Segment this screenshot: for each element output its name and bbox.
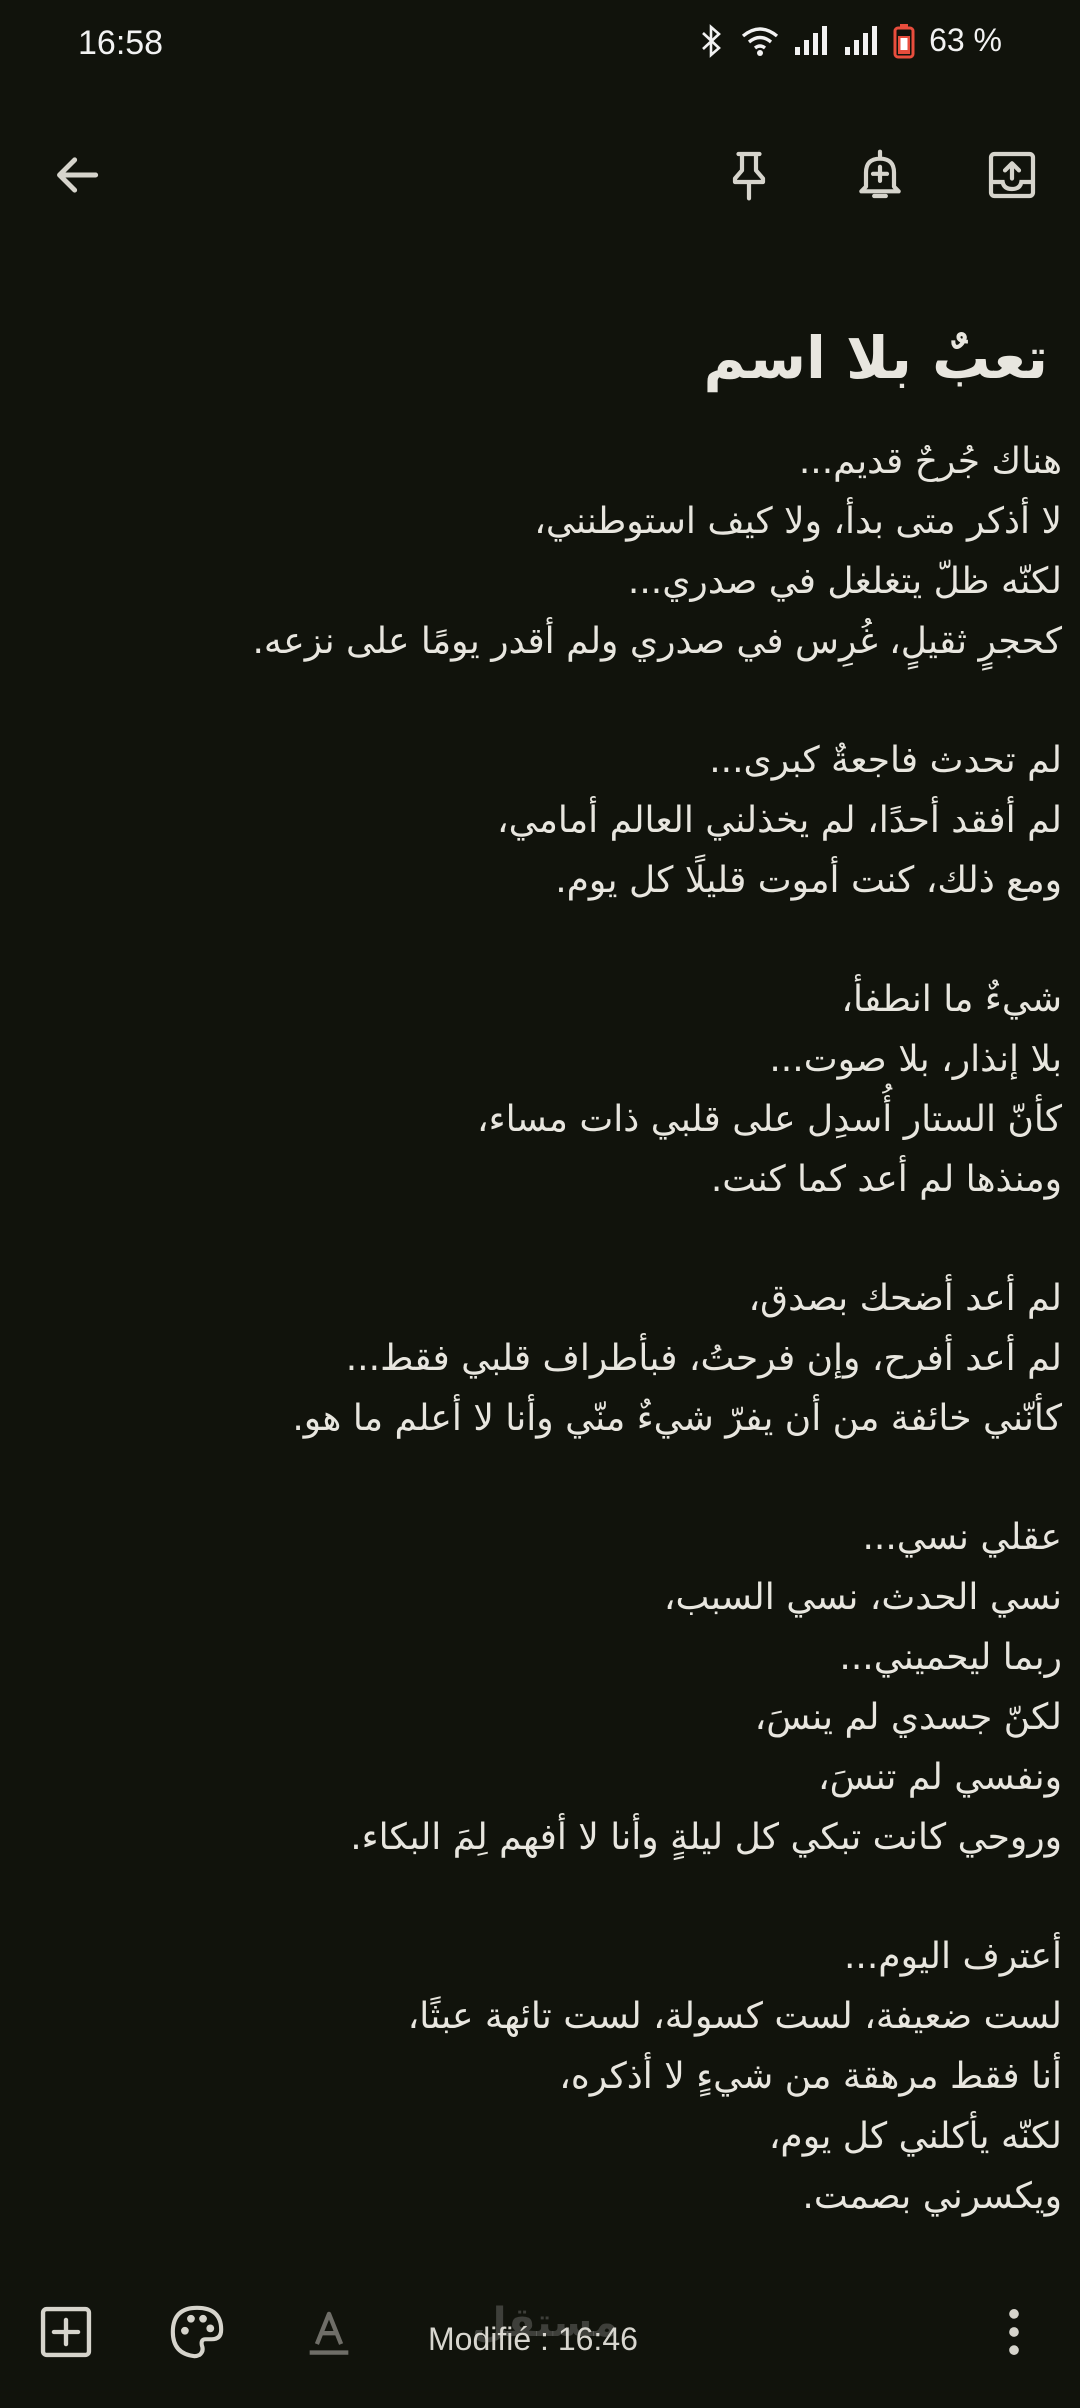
status-bar: 16:58 63 % xyxy=(0,0,1080,90)
note-line: عقلي نسي... xyxy=(862,1517,1062,1558)
back-button[interactable] xyxy=(42,140,112,210)
note-body[interactable]: هناك جُرحٌ قديم... لا أذكر متى بدأ، ولا ك… xyxy=(32,432,1062,2227)
note-line: لم أعد أفرح، وإن فرحتُ، فبأطراف قلبي فقط… xyxy=(345,1338,1062,1379)
add-content-button[interactable] xyxy=(34,2300,98,2364)
note-title[interactable]: تعبٌ بلا اسم xyxy=(48,318,1048,398)
note-line: بلا إنذار، بلا صوت... xyxy=(769,1039,1062,1080)
note-line: وروحي كانت تبكي كل ليلةٍ وأنا لا أفهم لِ… xyxy=(350,1817,1062,1858)
color-palette-button[interactable] xyxy=(165,2300,229,2364)
back-arrow-icon xyxy=(57,157,99,193)
stanza-gap xyxy=(32,1868,1062,1927)
more-options-button[interactable] xyxy=(982,2300,1046,2364)
pin-button[interactable] xyxy=(714,140,784,210)
bluetooth-icon xyxy=(697,23,727,58)
note-line: لم أفقد أحدًا، لم يخذلني العالم أمامي، xyxy=(497,800,1062,841)
note-line: ويكسرني بصمت. xyxy=(802,2176,1062,2217)
note-line: لا أذكر متى بدأ، ولا كيف استوطنني، xyxy=(534,501,1062,542)
add-box-icon xyxy=(40,2306,92,2358)
stanza-gap xyxy=(32,911,1062,970)
wifi-icon xyxy=(741,25,779,57)
status-time: 16:58 xyxy=(78,24,164,62)
battery-percent: 63 % xyxy=(929,22,1002,58)
note-line: لم تحدث فاجعةٌ كبرى... xyxy=(709,740,1062,781)
note-line: لكنّه يأكلني كل يوم، xyxy=(768,2116,1062,2157)
note-line: ربما ليحميني... xyxy=(839,1637,1062,1678)
note-line: ومع ذلك، كنت أموت قليلًا كل يوم. xyxy=(555,860,1062,901)
more-vert-icon xyxy=(1009,2309,1019,2355)
battery-icon xyxy=(893,23,915,59)
note-line: كأنّني خائفة من أن يفرّ شيءٌ منّي وأنا ل… xyxy=(292,1398,1062,1439)
note-line: هناك جُرحٌ قديم... xyxy=(798,441,1062,482)
note-line: ومنذها لم أعد كما كنت. xyxy=(710,1159,1062,1200)
text-format-icon xyxy=(309,2311,349,2355)
note-line: أعترف اليوم... xyxy=(843,1936,1062,1977)
note-line: شيءٌ ما انطفأ، xyxy=(841,979,1062,1020)
note-line: لكنّ جسدي لم ينسَ، xyxy=(754,1697,1062,1738)
archive-icon xyxy=(988,151,1036,199)
archive-button[interactable] xyxy=(977,140,1047,210)
signal-icon xyxy=(793,25,829,57)
note-line: أنا فقط مرهقة من شيءٍ لا أذكره، xyxy=(559,2056,1062,2097)
palette-icon xyxy=(170,2305,224,2359)
modified-timestamp: Modifié : 16:46 xyxy=(428,2321,638,2357)
reminder-bell-icon xyxy=(859,149,901,199)
pin-icon xyxy=(732,151,766,201)
note-line: لكنّه ظلّ يتغلغل في صدري... xyxy=(627,561,1062,602)
stanza-gap xyxy=(32,672,1062,731)
signal-icon xyxy=(843,25,879,57)
note-toolbar xyxy=(0,130,1080,220)
note-line: لست ضعيفة، لست كسولة، لست تائهة عبثًا، xyxy=(407,1996,1062,2037)
note-line: كحجرٍ ثقيلٍ، غُرِس في صدري ولم أقدر يومً… xyxy=(252,621,1062,662)
reminder-button[interactable] xyxy=(845,140,915,210)
stanza-gap xyxy=(32,1210,1062,1269)
status-icons: 63 % xyxy=(697,22,1002,59)
note-line: لم أعد أضحك بصدق، xyxy=(748,1278,1062,1319)
note-line: كأنّ الستار أُسدِل على قلبي ذات مساء، xyxy=(477,1099,1062,1140)
note-line: نسي الحدث، نسي السبب، xyxy=(663,1577,1062,1618)
note-line: ونفسي لم تنسَ، xyxy=(818,1757,1062,1798)
text-format-button[interactable] xyxy=(297,2300,361,2364)
stanza-gap xyxy=(32,1449,1062,1508)
